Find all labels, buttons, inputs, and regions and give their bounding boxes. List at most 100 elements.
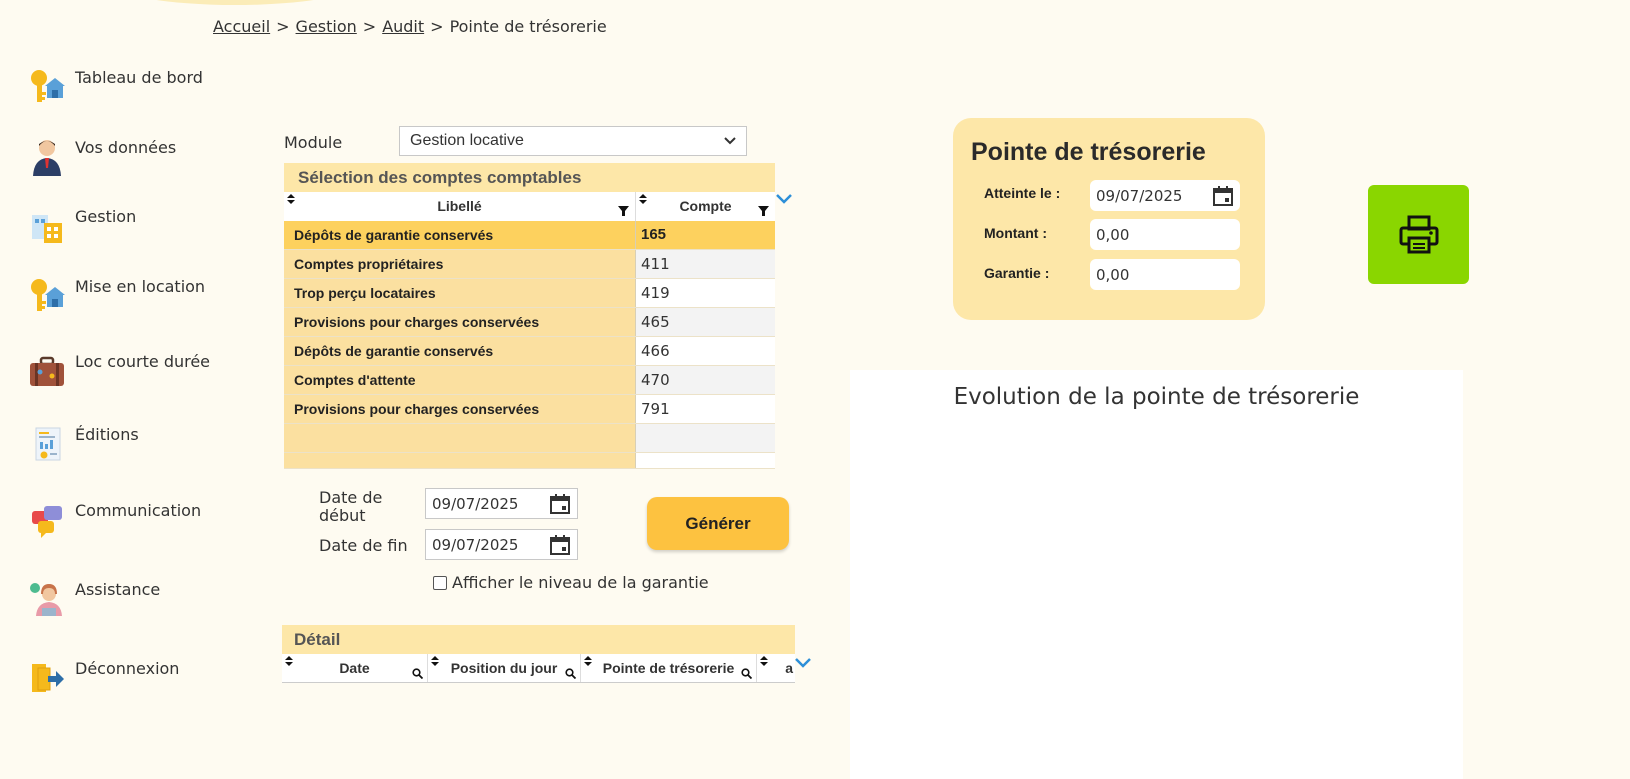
- sidebar-item-editions[interactable]: Éditions: [28, 425, 218, 469]
- table-row[interactable]: Provisions pour charges conservées 465: [284, 308, 775, 337]
- cell-compte: 411: [636, 250, 775, 278]
- sidebar-item-label: Déconnexion: [75, 659, 180, 678]
- reached-date-input[interactable]: 09/07/2025: [1090, 180, 1240, 211]
- column-header-partial[interactable]: a: [757, 654, 795, 682]
- cell-compte: 470: [636, 366, 775, 394]
- column-header-label: Position du jour: [450, 660, 558, 676]
- building-documents-icon: [32, 215, 62, 243]
- start-date-value: 09/07/2025: [432, 494, 519, 513]
- table-row-empty: [284, 453, 775, 469]
- column-header-label: a: [785, 660, 793, 676]
- sidebar-item-assistance[interactable]: Assistance: [28, 580, 218, 624]
- sort-icon[interactable]: [431, 656, 439, 666]
- chat-bubbles-icon: [32, 506, 62, 538]
- cell-compte: 419: [636, 279, 775, 307]
- guarantee-input[interactable]: 0,00: [1090, 259, 1240, 290]
- suitcase-icon: [30, 356, 64, 386]
- cell-compte: 466: [636, 337, 775, 365]
- show-guarantee-option: Afficher le niveau de la garantie: [433, 573, 709, 592]
- sort-icon[interactable]: [760, 656, 768, 666]
- column-header-label: Compte: [679, 198, 732, 214]
- start-date-label-line1: Date de: [319, 488, 383, 507]
- breadcrumb-separator: >: [362, 17, 377, 36]
- cell-libelle: Comptes d'attente: [284, 366, 636, 394]
- detail-panel: Détail Date Position du jour Pointe de t…: [282, 625, 811, 683]
- module-selected-value: Gestion locative: [410, 132, 524, 149]
- table-row[interactable]: Trop perçu locataires 419: [284, 279, 775, 308]
- report-document-icon: [35, 427, 61, 461]
- cell-libelle: Comptes propriétaires: [284, 250, 636, 278]
- filter-icon[interactable]: [758, 206, 769, 216]
- column-header-label: Date: [339, 660, 370, 676]
- sidebar: Tableau de bord Vos données Gestion Mise…: [0, 0, 220, 779]
- breadcrumb-accueil-link[interactable]: Accueil: [213, 17, 270, 36]
- sidebar-item-mise-en-location[interactable]: Mise en location: [28, 277, 218, 321]
- column-chooser-chevron-icon[interactable]: [795, 658, 811, 668]
- table-row[interactable]: Comptes propriétaires 411: [284, 250, 775, 279]
- sort-icon[interactable]: [584, 656, 592, 666]
- column-header-label: Libellé: [437, 198, 482, 214]
- sidebar-item-deconnexion[interactable]: Déconnexion: [28, 659, 218, 703]
- breadcrumb-current: Pointe de trésorerie: [449, 17, 607, 36]
- person-icon: [33, 140, 61, 176]
- calendar-icon[interactable]: [549, 493, 571, 514]
- column-chooser-chevron-icon[interactable]: [776, 194, 792, 204]
- sidebar-item-communication[interactable]: Communication: [28, 501, 218, 545]
- column-header-position-du-jour[interactable]: Position du jour: [428, 654, 581, 682]
- calendar-icon[interactable]: [549, 534, 571, 555]
- column-header-label: Pointe de trésorerie: [602, 660, 735, 676]
- chart-area: Evolution de la pointe de trésorerie: [850, 370, 1463, 779]
- table-row-empty: [284, 424, 775, 453]
- cell-compte: 165: [636, 221, 775, 249]
- sidebar-item-label: Communication: [75, 501, 202, 520]
- cell-compte-empty: [636, 453, 775, 468]
- support-agent-icon: [30, 583, 62, 616]
- column-header-libelle[interactable]: Libellé: [284, 192, 636, 221]
- column-header-date[interactable]: Date: [282, 654, 428, 682]
- sidebar-item-label: Mise en location: [75, 277, 206, 296]
- filter-icon[interactable]: [618, 206, 629, 216]
- sort-icon[interactable]: [287, 194, 295, 204]
- sidebar-item-label: Loc courte durée: [75, 352, 211, 371]
- end-date-input[interactable]: 09/07/2025: [425, 529, 578, 560]
- search-icon[interactable]: [565, 668, 576, 679]
- keys-house-icon: [31, 279, 65, 311]
- sort-icon[interactable]: [285, 656, 293, 666]
- table-row[interactable]: Dépôts de garantie conservés 466: [284, 337, 775, 366]
- sidebar-item-loc-courte-duree[interactable]: Loc courte durée: [28, 352, 218, 396]
- search-icon[interactable]: [412, 668, 423, 679]
- table-row[interactable]: Provisions pour charges conservées 791: [284, 395, 775, 424]
- breadcrumb-audit-link[interactable]: Audit: [382, 17, 424, 36]
- amount-input[interactable]: 0,00: [1090, 219, 1240, 250]
- cell-libelle-empty: [284, 453, 636, 468]
- detail-panel-title: Détail: [282, 625, 795, 654]
- sidebar-item-gestion[interactable]: Gestion: [28, 207, 218, 251]
- accounts-panel: Sélection des comptes comptables Libellé…: [284, 163, 792, 469]
- table-row[interactable]: Comptes d'attente 470: [284, 366, 775, 395]
- column-header-pointe-de-tresorerie[interactable]: Pointe de trésorerie: [581, 654, 757, 682]
- sort-icon[interactable]: [639, 194, 647, 204]
- detail-header-row: Date Position du jour Pointe de trésorer…: [282, 654, 795, 683]
- start-date-input[interactable]: 09/07/2025: [425, 488, 578, 519]
- guarantee-value: 0,00: [1096, 265, 1130, 284]
- print-button[interactable]: [1368, 185, 1469, 284]
- generate-button[interactable]: Générer: [647, 497, 789, 550]
- breadcrumb-gestion-link[interactable]: Gestion: [296, 17, 357, 36]
- guarantee-label: Garantie :: [984, 265, 1050, 281]
- sidebar-item-label: Tableau de bord: [75, 68, 203, 87]
- amount-value: 0,00: [1096, 225, 1130, 244]
- module-select[interactable]: Gestion locative: [399, 126, 747, 156]
- calendar-icon[interactable]: [1212, 185, 1234, 206]
- sidebar-item-vos-donnees[interactable]: Vos données: [28, 138, 218, 182]
- end-date-value: 09/07/2025: [432, 535, 519, 554]
- end-date-label: Date de fin: [319, 536, 408, 555]
- sidebar-item-tableau-de-bord[interactable]: Tableau de bord: [28, 68, 218, 112]
- reached-label: Atteinte le :: [984, 185, 1061, 201]
- search-icon[interactable]: [741, 668, 752, 679]
- show-guarantee-checkbox[interactable]: [433, 575, 447, 590]
- start-date-label: Date de début: [319, 489, 382, 525]
- table-row[interactable]: Dépôts de garantie conservés 165: [284, 221, 775, 250]
- amount-label: Montant :: [984, 225, 1047, 241]
- column-header-compte[interactable]: Compte: [636, 192, 775, 221]
- show-guarantee-label[interactable]: Afficher le niveau de la garantie: [452, 573, 709, 592]
